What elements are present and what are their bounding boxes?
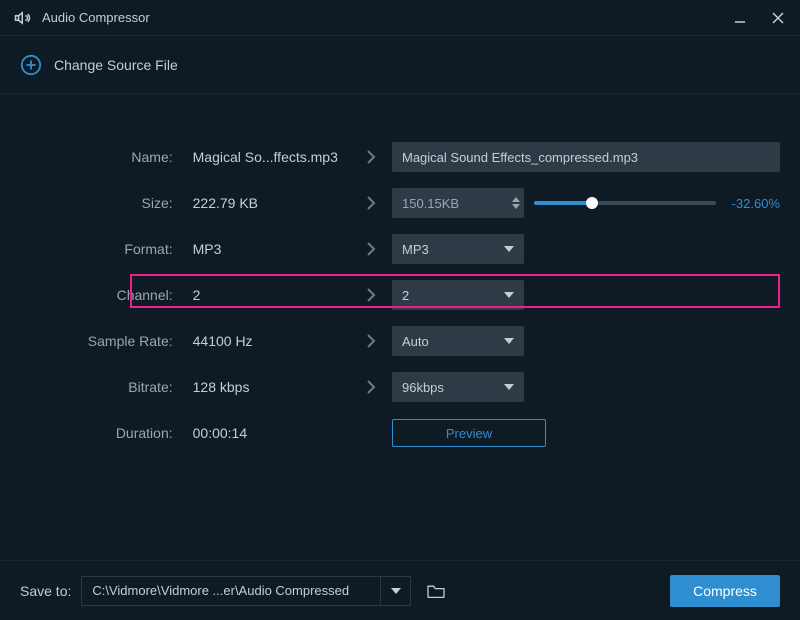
preview-label: Preview [446,426,492,441]
label-sample-rate: Sample Rate: [20,333,183,349]
row-size: Size: 222.79 KB 150.15KB -32.60% [20,180,780,226]
chevron-down-icon [504,338,514,344]
arrow-icon [350,241,392,257]
compress-button[interactable]: Compress [670,575,780,607]
size-step-up[interactable] [512,197,520,202]
target-name-value: Magical Sound Effects_compressed.mp3 [402,150,638,165]
close-button[interactable] [770,10,786,26]
app-logo-icon [14,9,32,27]
minimize-button[interactable] [732,10,748,26]
chevron-down-icon [504,246,514,252]
chevron-down-icon [504,292,514,298]
bitrate-select[interactable]: 96kbps [392,372,524,402]
save-path-value: C:\Vidmore\Vidmore ...er\Audio Compresse… [92,583,349,598]
change-source-label: Change Source File [54,57,178,73]
bitrate-value: 96kbps [402,380,444,395]
channel-select[interactable]: 2 [392,280,524,310]
main-content: Name: Magical So...ffects.mp3 Magical So… [0,94,800,456]
row-format: Format: MP3 MP3 [20,226,780,272]
chevron-down-icon [391,588,401,594]
row-sample-rate: Sample Rate: 44100 Hz Auto [20,318,780,364]
label-bitrate: Bitrate: [20,379,183,395]
save-to-label: Save to: [20,583,71,599]
arrow-icon [350,379,392,395]
save-path-dropdown[interactable] [381,576,411,606]
preview-button[interactable]: Preview [392,419,546,447]
source-name: Magical So...ffects.mp3 [183,149,350,165]
format-value: MP3 [402,242,429,257]
target-size-value: 150.15KB [402,196,512,211]
size-slider[interactable] [534,201,716,205]
size-step-down[interactable] [512,204,520,209]
row-name: Name: Magical So...ffects.mp3 Magical So… [20,134,780,180]
titlebar: Audio Compressor [0,0,800,36]
open-folder-button[interactable] [423,580,449,602]
save-path-field[interactable]: C:\Vidmore\Vidmore ...er\Audio Compresse… [81,576,381,606]
slider-thumb[interactable] [586,197,598,209]
size-percent: -32.60% [724,196,780,211]
add-source-icon [20,54,42,76]
arrow-icon [350,287,392,303]
row-bitrate: Bitrate: 128 kbps 96kbps [20,364,780,410]
app-title: Audio Compressor [42,10,732,25]
window-controls [732,10,786,26]
source-sample-rate: 44100 Hz [183,333,350,349]
row-channel: Channel: 2 2 [20,272,780,318]
label-channel: Channel: [20,287,183,303]
channel-value: 2 [402,288,409,303]
label-duration: Duration: [20,425,183,441]
source-bitrate: 128 kbps [183,379,350,395]
source-duration: 00:00:14 [183,425,350,441]
label-size: Size: [20,195,183,211]
arrow-icon [350,195,392,211]
row-duration: Duration: 00:00:14 Preview [20,410,780,456]
label-name: Name: [20,149,183,165]
compress-label: Compress [693,583,757,599]
footer: Save to: C:\Vidmore\Vidmore ...er\Audio … [0,560,800,620]
source-size: 222.79 KB [183,195,350,211]
arrow-icon [350,333,392,349]
label-format: Format: [20,241,183,257]
format-select[interactable]: MP3 [392,234,524,264]
target-size-field[interactable]: 150.15KB [392,188,524,218]
source-format: MP3 [183,241,350,257]
sample-rate-value: Auto [402,334,429,349]
sample-rate-select[interactable]: Auto [392,326,524,356]
chevron-down-icon [504,384,514,390]
source-channel: 2 [183,287,350,303]
change-source-row[interactable]: Change Source File [0,36,800,94]
arrow-icon [350,149,392,165]
target-name-field[interactable]: Magical Sound Effects_compressed.mp3 [392,142,780,172]
